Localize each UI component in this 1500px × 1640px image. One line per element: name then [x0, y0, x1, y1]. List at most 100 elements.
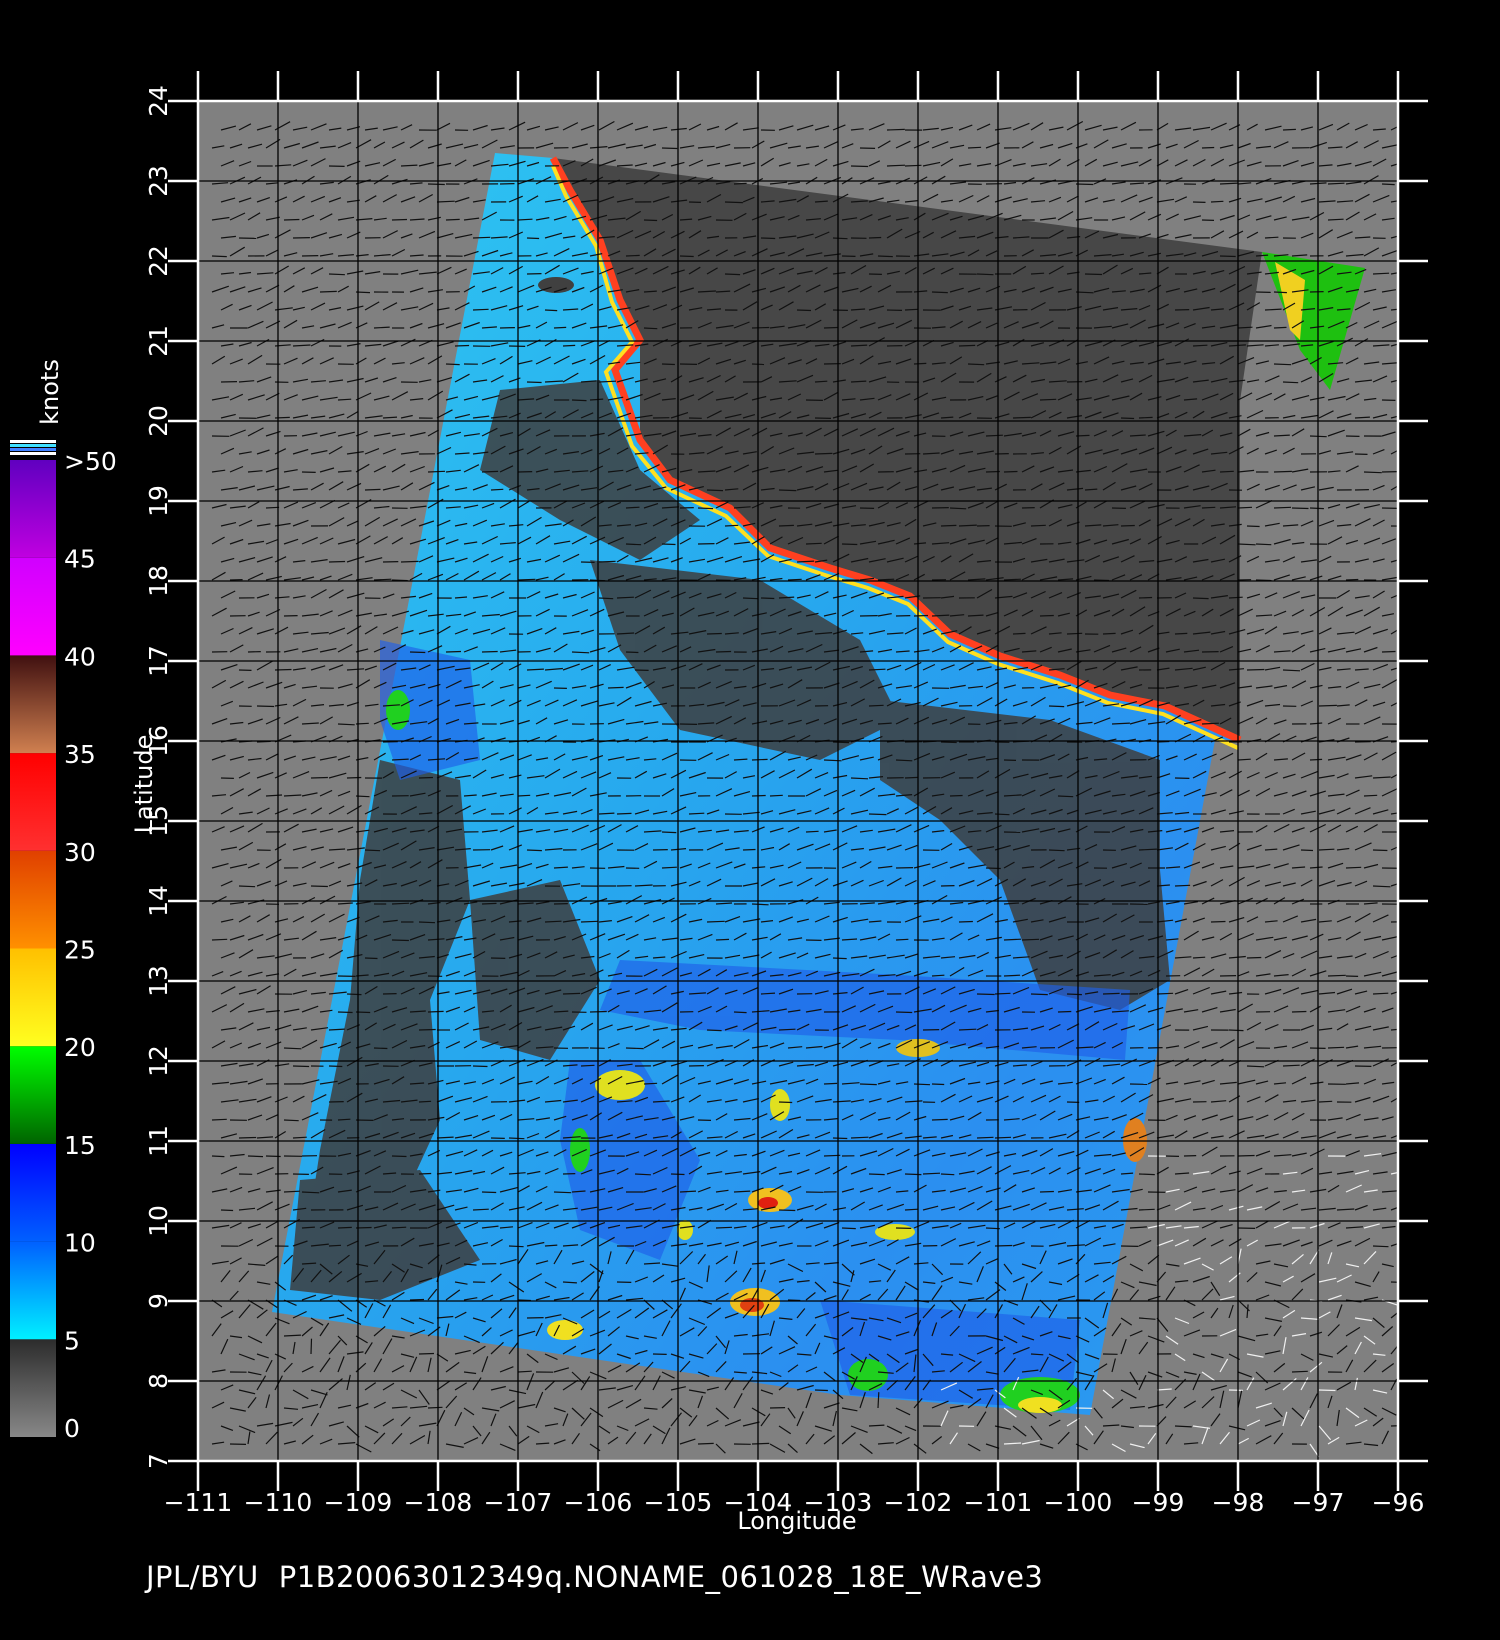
wind-vector: [391, 1226, 407, 1229]
wind-vector: [904, 1173, 922, 1176]
wind-vector: [472, 308, 489, 311]
wind-vector: [526, 381, 542, 384]
wind-vector: [517, 794, 531, 797]
wind-vector: [625, 506, 640, 509]
wind-vector: [1291, 1010, 1307, 1013]
wind-vector: [418, 1172, 432, 1175]
wind-vector: [1138, 416, 1153, 419]
wind-vector: [1273, 470, 1292, 473]
wind-vector: [706, 1029, 722, 1032]
wind-vector: [391, 939, 409, 942]
wind-vector: [625, 1047, 644, 1050]
wind-vector: [1345, 866, 1362, 869]
wind-vector: [904, 776, 919, 779]
wind-vector: [580, 1064, 595, 1067]
wind-vector: [1138, 1208, 1155, 1211]
wind-vector: [1327, 182, 1345, 185]
wind-vector: [841, 1227, 856, 1230]
wind-vector: [616, 812, 632, 815]
wind-vector: [958, 344, 976, 347]
wind-vector: [553, 1191, 572, 1194]
wind-vector: [1246, 1065, 1265, 1068]
wind-vector: [940, 524, 957, 527]
wind-vector: [364, 849, 381, 852]
wind-vector: [931, 291, 948, 294]
wind-vector: [1120, 417, 1135, 420]
wind-vector: [1102, 992, 1120, 995]
wind-vector: [1174, 884, 1191, 887]
wind-vector: [1228, 596, 1243, 599]
wind-vector: [1246, 525, 1260, 528]
wind-vector: [1102, 632, 1116, 635]
wind-vector: [1138, 596, 1153, 599]
wind-vector: [1084, 273, 1103, 276]
wind-vector: [337, 723, 355, 726]
wind-vector: [1003, 578, 1021, 581]
wind-vector: [445, 218, 460, 221]
wind-vector: [895, 1011, 913, 1014]
wind-vector: [328, 560, 346, 563]
wind-vector: [841, 543, 858, 546]
wind-vector: [778, 524, 794, 527]
wind-vector: [661, 866, 677, 869]
wind-vector: [472, 236, 491, 239]
wind-vector: [544, 920, 562, 923]
wind-vector: [976, 1136, 994, 1139]
wind-vector: [706, 489, 724, 492]
wind-vector: [346, 776, 362, 779]
wind-vector: [1318, 704, 1337, 707]
wind-vector: [220, 1209, 234, 1212]
wind-vector: [661, 363, 675, 366]
wind-vector: [310, 776, 328, 779]
wind-vector: [625, 543, 642, 546]
wind-vector: [364, 488, 381, 491]
wind-vector: [1192, 344, 1208, 347]
wind-vector: [868, 813, 887, 816]
wind-vector: [1012, 416, 1031, 419]
wind-vector: [544, 309, 558, 312]
wind-vector: [274, 416, 290, 419]
wind-vector: [598, 560, 616, 563]
wind-vector: [940, 1173, 955, 1176]
wind-vector: [625, 254, 640, 257]
wind-vector: [472, 1065, 488, 1068]
wind-vector: [1174, 632, 1188, 635]
wind-vector: [328, 1244, 342, 1247]
wind-vector: [400, 560, 419, 563]
wind-vector: [868, 236, 882, 239]
wind-vector: [1048, 705, 1065, 708]
wind-vector: [904, 1208, 919, 1211]
wind-vector: [949, 794, 963, 797]
wind-vector: [1273, 326, 1287, 329]
wind-vector: [643, 327, 658, 330]
wind-vector: [832, 1137, 848, 1140]
wind-vector: [1255, 543, 1272, 546]
wind-vector: [283, 1190, 300, 1193]
wind-vector: [877, 255, 893, 258]
wind-vector: [850, 777, 869, 780]
wind-vector: [1318, 1100, 1333, 1103]
wind-vector: [1192, 597, 1209, 600]
wind-vector: [472, 1208, 489, 1211]
wind-vector: [976, 273, 994, 276]
wind-vector: [697, 1442, 714, 1445]
wind-vector: [1039, 614, 1054, 617]
wind-vector: [850, 165, 869, 168]
wind-vector: [688, 812, 705, 815]
wind-vector: [391, 902, 410, 905]
wind-vector: [427, 1010, 444, 1013]
wind-vector: [409, 651, 426, 654]
wind-vector: [490, 488, 504, 491]
wind-vector: [346, 993, 362, 996]
wind-vector: [310, 1338, 313, 1355]
wind-vector: [1381, 183, 1395, 186]
wind-vector: [643, 219, 658, 222]
wind-vector: [778, 489, 797, 492]
wind-vector: [922, 1172, 941, 1175]
wind-vector: [814, 1389, 828, 1392]
wind-vector: [1291, 507, 1309, 510]
wind-vector: [373, 1047, 388, 1050]
wind-vector: [1012, 632, 1026, 635]
wind-vector: [481, 470, 499, 473]
wind-vector: [751, 903, 769, 906]
